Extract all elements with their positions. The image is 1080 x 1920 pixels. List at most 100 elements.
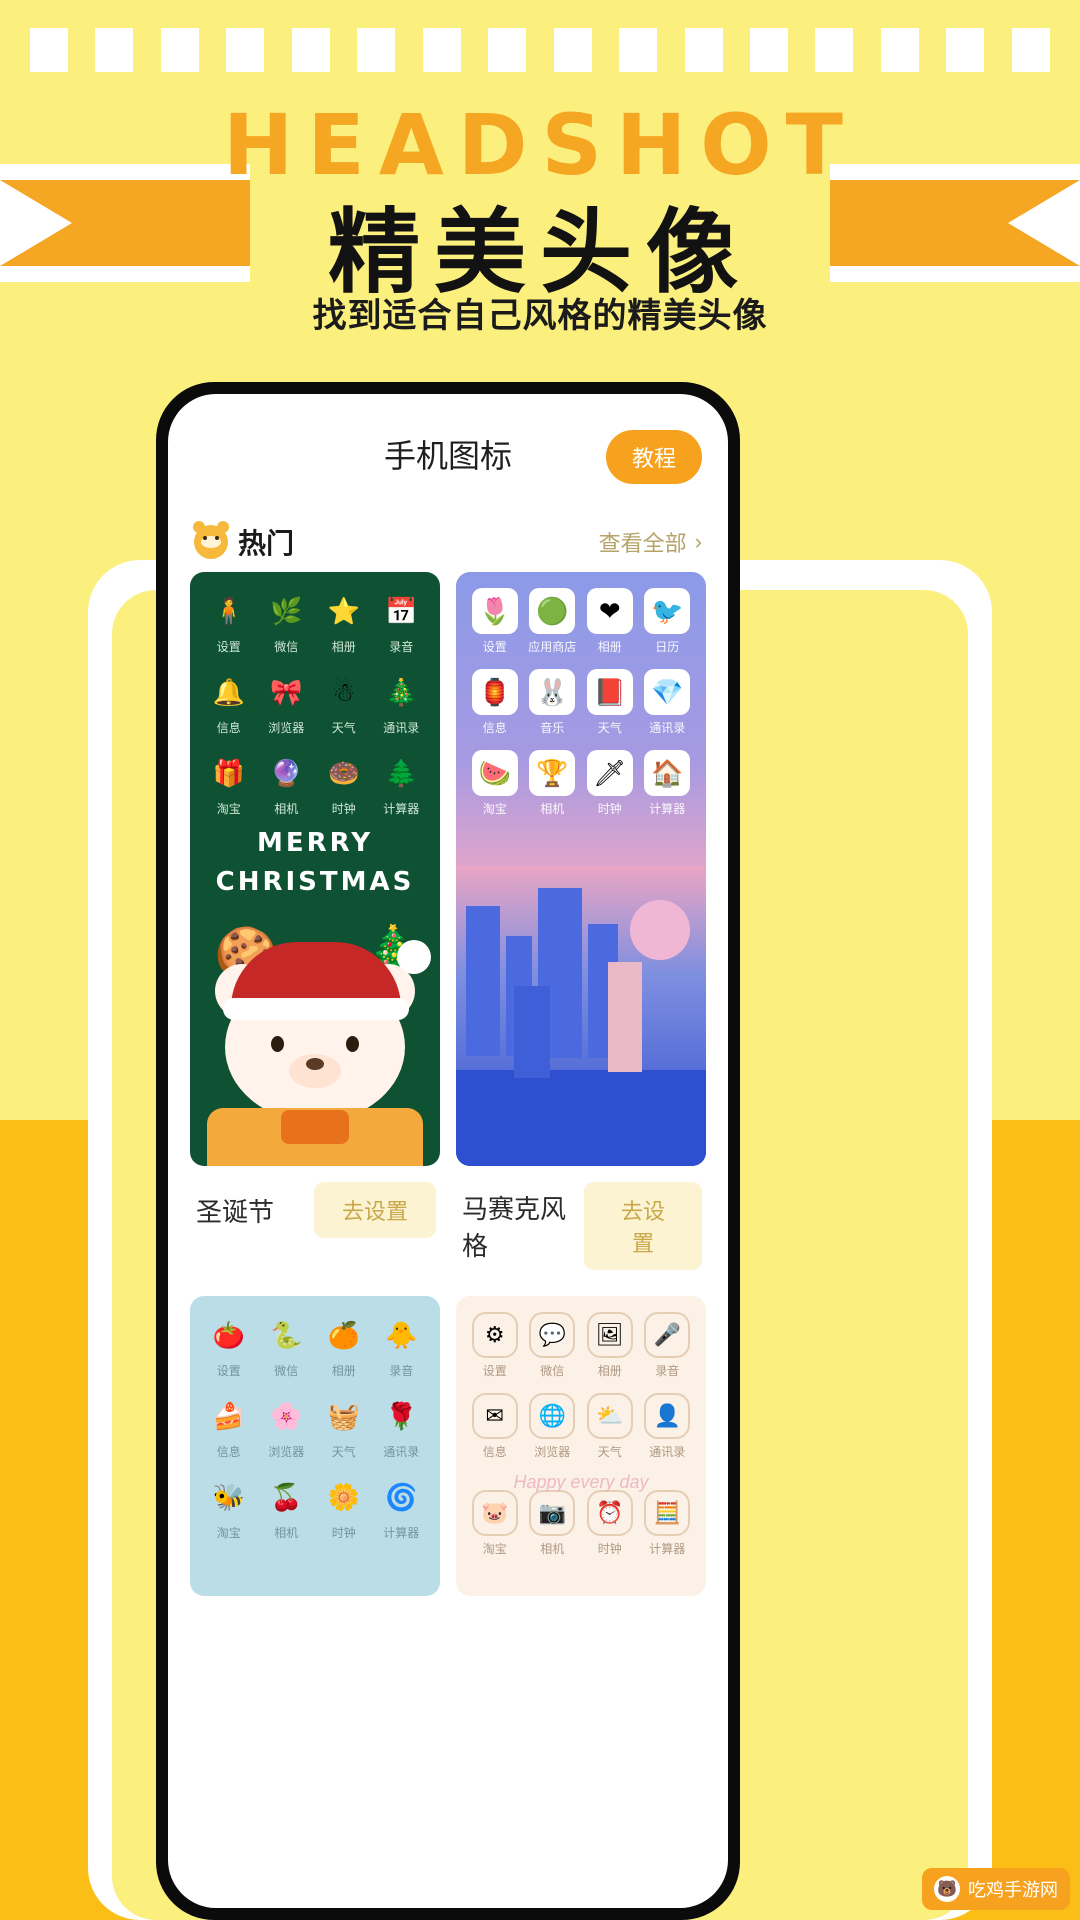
icon-label: 信息 [482, 721, 507, 735]
icon-glyph: 📕 [586, 669, 633, 715]
icon-label: 设置 [216, 1364, 241, 1378]
theme-thumbnail-mosaic[interactable]: 🌷 设置 🟢 应用商店 ❤ 相册 🐦 日历 🏮 信息 🐰 音乐 📕 天气 💎 通讯录 [456, 572, 706, 1166]
icon-glyph: 🧺 [327, 1401, 360, 1431]
app-header: 手机图标 教程 [168, 394, 728, 514]
icon-glyph: 🌲 [385, 758, 418, 788]
icon-cell: 🎀 浏览器 [258, 669, 316, 736]
icon-label: 相册 [597, 640, 622, 654]
icon-label: 通讯录 [649, 1445, 686, 1459]
tutorial-button[interactable]: 教程 [606, 430, 702, 484]
icon-cell: 🌀 计算器 [373, 1474, 431, 1541]
theme-card[interactable]: 🍅 设置 🐍 微信 🍊 相册 🐥 录音 🍰 信息 🌸 浏览器 🧺 天气 🌹 通讯录 [190, 1296, 440, 1596]
theme-card[interactable]: 🌷 设置 🟢 应用商店 ❤ 相册 🐦 日历 🏮 信息 🐰 音乐 📕 天气 💎 通讯录 [456, 572, 706, 1280]
icon-glyph: ❤ [586, 588, 633, 634]
bear-icon [193, 521, 229, 559]
icon-glyph: ⛅ [586, 1393, 633, 1439]
icon-glyph: ✉ [471, 1393, 518, 1439]
card-title: 马赛克风格 [462, 1194, 567, 1261]
icon-label: 时钟 [331, 802, 356, 816]
section-header-hot: 热门 查看全部 › [168, 514, 728, 572]
icon-glyph: 🌷 [471, 588, 518, 634]
icon-label: 天气 [597, 721, 622, 735]
icon-cell: ⛅ 天气 [581, 1393, 639, 1460]
icon-label: 信息 [482, 1445, 507, 1459]
icon-glyph: 🏮 [471, 669, 518, 715]
icon-label: 淘宝 [216, 1526, 241, 1540]
icon-cell: 💬 微信 [524, 1312, 582, 1379]
icon-cell: 📷 相机 [524, 1490, 582, 1557]
icon-cell: 🐦 日历 [639, 588, 697, 655]
icon-label: 设置 [216, 640, 241, 654]
icon-glyph: 🍰 [212, 1401, 245, 1431]
set-theme-button[interactable]: 去设置 [313, 1182, 436, 1238]
icon-label: 信息 [216, 721, 241, 735]
phone-screen: 手机图标 教程 热门 查看全部 › 🧍 设置 🌿 微信 ⭐ 相册 📅 录音 🔔 … [168, 394, 728, 1908]
theme-card[interactable]: ⚙ 设置 💬 微信 🖼 相册 🎤 录音 ✉ 信息 🌐 浏览器 ⛅ 天气 👤 通讯录 Happy … [456, 1296, 706, 1596]
beige-caption: Happy every day [513, 1472, 649, 1492]
icon-glyph: 👤 [644, 1393, 691, 1439]
set-theme-button[interactable]: 去设置 [584, 1182, 702, 1270]
icon-glyph: 🟢 [529, 588, 576, 634]
icon-glyph: 🧍 [212, 596, 245, 626]
icon-label: 微信 [274, 1364, 299, 1378]
icon-glyph: 🎤 [644, 1312, 691, 1358]
icon-label: 录音 [389, 1364, 414, 1378]
icon-label: 通讯录 [383, 721, 420, 735]
icon-label: 时钟 [597, 1542, 622, 1556]
icon-cell: 🏮 信息 [466, 669, 524, 736]
icon-label: 淘宝 [482, 802, 507, 816]
icon-label: 录音 [655, 1364, 680, 1378]
icon-label: 设置 [482, 1364, 507, 1378]
icon-glyph: 🐝 [212, 1482, 245, 1512]
icon-label: 计算器 [383, 802, 420, 816]
icon-label: 日历 [655, 640, 680, 654]
icon-label: 微信 [540, 1364, 565, 1378]
icon-cell: 🐷 淘宝 [466, 1490, 524, 1557]
icon-cell: 🏠 计算器 [639, 750, 697, 817]
icon-cell: 👤 通讯录 [639, 1393, 697, 1460]
icon-glyph: 🏠 [644, 750, 691, 796]
icon-glyph: 🐍 [270, 1320, 303, 1350]
filmstrip-perforations [0, 28, 1080, 72]
icon-label: 计算器 [649, 1542, 686, 1556]
icon-glyph: 🐰 [529, 669, 576, 715]
see-all-link[interactable]: 查看全部 › [599, 526, 702, 558]
icon-cell: 🌲 计算器 [373, 750, 431, 817]
icon-glyph: 🌿 [270, 596, 303, 626]
icon-glyph: 🏆 [529, 750, 576, 796]
icon-cell: 🌿 微信 [258, 588, 316, 655]
theme-thumbnail-beige[interactable]: ⚙ 设置 💬 微信 🖼 相册 🎤 录音 ✉ 信息 🌐 浏览器 ⛅ 天气 👤 通讯录 Happy … [456, 1296, 706, 1596]
icon-glyph: 🐦 [644, 588, 691, 634]
icon-glyph: 🎀 [270, 677, 303, 707]
icon-label: 应用商店 [528, 640, 577, 654]
icon-label: 相册 [331, 640, 356, 654]
icon-cell: 🌸 浏览器 [258, 1393, 316, 1460]
icon-cell: 🌷 设置 [466, 588, 524, 655]
icon-cell: 📅 录音 [373, 588, 431, 655]
icon-label: 计算器 [649, 802, 686, 816]
icon-label: 浏览器 [268, 721, 305, 735]
theme-cards-grid: 🧍 设置 🌿 微信 ⭐ 相册 📅 录音 🔔 信息 🎀 浏览器 ☃ 天气 🎄 通讯录 [168, 572, 728, 1596]
icon-board: ⚙ 设置 💬 微信 🖼 相册 🎤 录音 ✉ 信息 🌐 浏览器 ⛅ 天气 👤 通讯录 Happy … [456, 1296, 706, 1596]
icon-cell: 🐥 录音 [373, 1312, 431, 1379]
icon-cell: 🍊 相册 [315, 1312, 373, 1379]
icon-cell: 🌐 浏览器 [524, 1393, 582, 1460]
icon-label: 天气 [597, 1445, 622, 1459]
icon-label: 信息 [216, 1445, 241, 1459]
icon-glyph: 🍒 [270, 1482, 303, 1512]
icon-glyph: ⏰ [586, 1490, 633, 1536]
theme-thumbnail-pastel[interactable]: 🍅 设置 🐍 微信 🍊 相册 🐥 录音 🍰 信息 🌸 浏览器 🧺 天气 🌹 通讯录 [190, 1296, 440, 1596]
theme-card[interactable]: 🧍 设置 🌿 微信 ⭐ 相册 📅 录音 🔔 信息 🎀 浏览器 ☃ 天气 🎄 通讯录 [190, 572, 440, 1280]
icon-cell: 🍉 淘宝 [466, 750, 524, 817]
icon-cell: 🗡 时钟 [581, 750, 639, 817]
icon-cell: 🔔 信息 [200, 669, 258, 736]
icon-glyph: 🍩 [327, 758, 360, 788]
icon-glyph: 🍊 [327, 1320, 360, 1350]
theme-thumbnail-xmas[interactable]: 🧍 设置 🌿 微信 ⭐ 相册 📅 录音 🔔 信息 🎀 浏览器 ☃ 天气 🎄 通讯录 [190, 572, 440, 1166]
icon-glyph: 📅 [385, 596, 418, 626]
icon-label: 微信 [274, 640, 299, 654]
icon-glyph: 🐥 [385, 1320, 418, 1350]
chevron-right-icon: › [694, 529, 702, 554]
icon-glyph: 💎 [644, 669, 691, 715]
icon-label: 天气 [331, 721, 356, 735]
